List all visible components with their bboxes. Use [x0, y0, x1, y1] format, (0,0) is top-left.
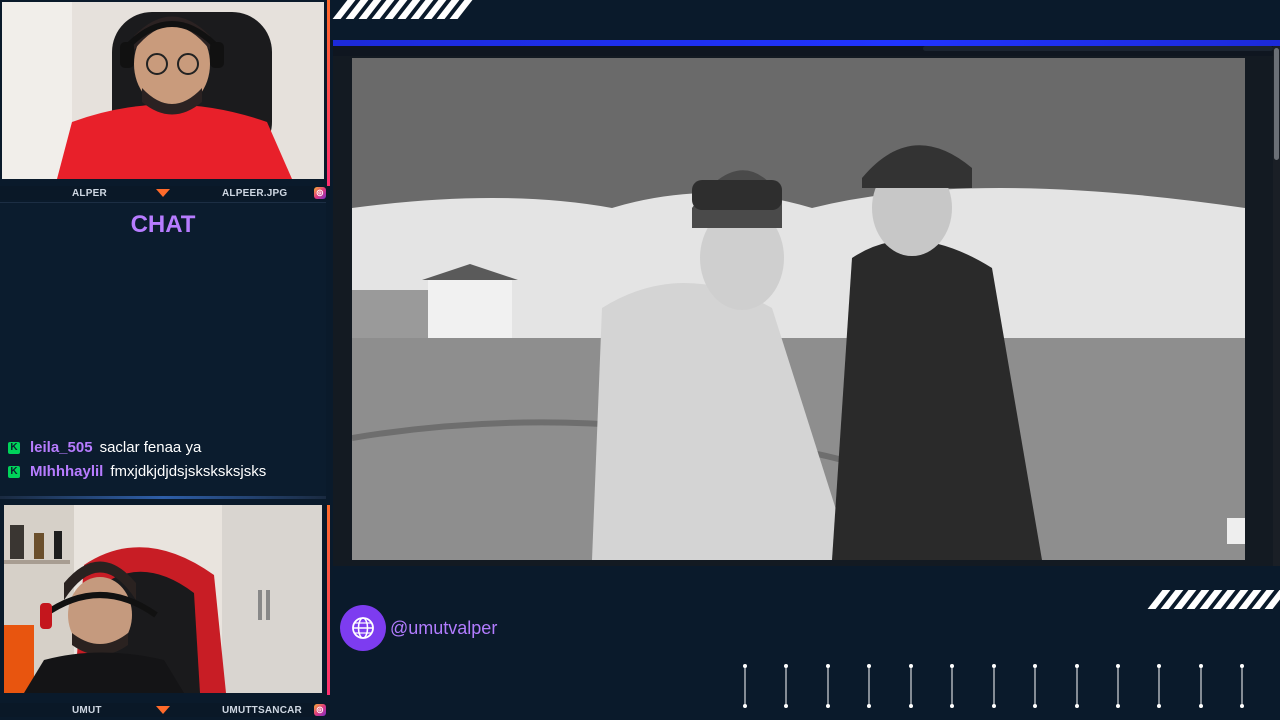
chat-message: K MIhhhaylil fmxjdkjdjdsjsksksksjsks — [8, 463, 266, 480]
instagram-icon[interactable]: ◎ — [314, 704, 326, 716]
browser-toolbar — [333, 46, 1280, 56]
cam-name-right: UMUTTSANCAR — [222, 704, 302, 716]
globe-icon — [340, 605, 386, 651]
webcam-umut-figure — [4, 505, 322, 693]
cam-name-right: ALPEER.JPG — [222, 187, 288, 199]
scrollbar-thumb[interactable] — [1274, 48, 1279, 160]
cam-label-bar-top: ALPER ALPEER.JPG ◎ — [0, 186, 330, 200]
webcam-alper-figure — [2, 2, 324, 179]
chat-text: saclar fenaa ya — [99, 439, 202, 456]
instagram-icon[interactable]: ◎ — [314, 187, 326, 199]
chat-username[interactable]: leila_505 — [30, 439, 93, 456]
decorative-timeline — [743, 664, 1244, 708]
webcam-alper — [2, 2, 324, 179]
scrollbar[interactable] — [1273, 46, 1280, 566]
decorative-stripes — [332, 0, 473, 19]
triangle-down-icon — [156, 189, 170, 197]
decorative-stripes — [1147, 590, 1280, 609]
cam-name-left: UMUT — [72, 704, 102, 716]
accent-line — [327, 505, 330, 695]
chat-divider — [0, 496, 326, 499]
chat-text: fmxjdkjdjdsjsksksksjsks — [110, 463, 267, 480]
kick-badge-icon: K — [8, 441, 20, 454]
webcam-umut — [4, 505, 322, 693]
chat-message: K leila_505 saclar fenaa ya — [8, 439, 201, 456]
kick-badge-icon: K — [8, 465, 20, 478]
chat-panel: CHAT K leila_505 saclar fenaa ya K MIhhh… — [0, 202, 326, 498]
video-scene — [352, 58, 1245, 560]
cam-label-bar-bottom: UMUT UMUTTSANCAR ◎ — [0, 703, 330, 717]
triangle-down-icon — [156, 706, 170, 714]
video-player[interactable] — [352, 58, 1245, 560]
social-handle-text: @umutvalper — [390, 617, 498, 638]
address-bar[interactable] — [923, 46, 1273, 51]
accent-line — [327, 0, 330, 186]
chat-username[interactable]: MIhhhaylil — [30, 463, 103, 480]
social-handle: @umutvalper — [340, 605, 497, 651]
chat-title: CHAT — [130, 211, 196, 238]
cam-name-left: ALPER — [72, 187, 107, 199]
